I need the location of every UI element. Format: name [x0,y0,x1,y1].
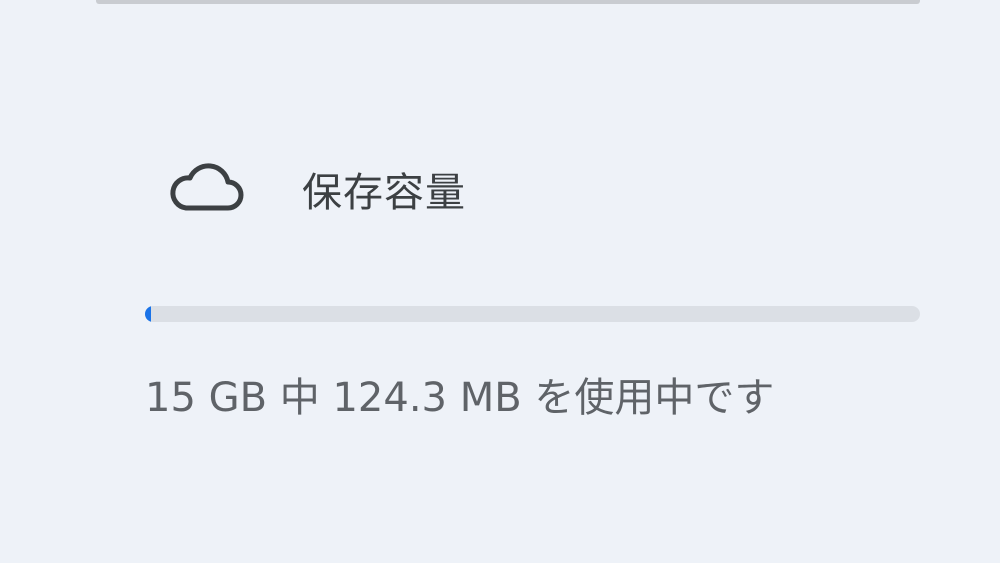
storage-label: 保存容量 [302,170,466,216]
top-divider [96,0,920,4]
cloud-icon [166,156,250,218]
storage-nav-item[interactable]: 保存容量 [140,146,920,226]
storage-usage-text: 15 GB 中 124.3 MB を使用中です [145,375,775,421]
storage-usage-bar [145,306,920,322]
storage-panel: 保存容量 15 GB 中 124.3 MB を使用中です [0,0,1000,563]
storage-usage-fill [145,306,152,322]
